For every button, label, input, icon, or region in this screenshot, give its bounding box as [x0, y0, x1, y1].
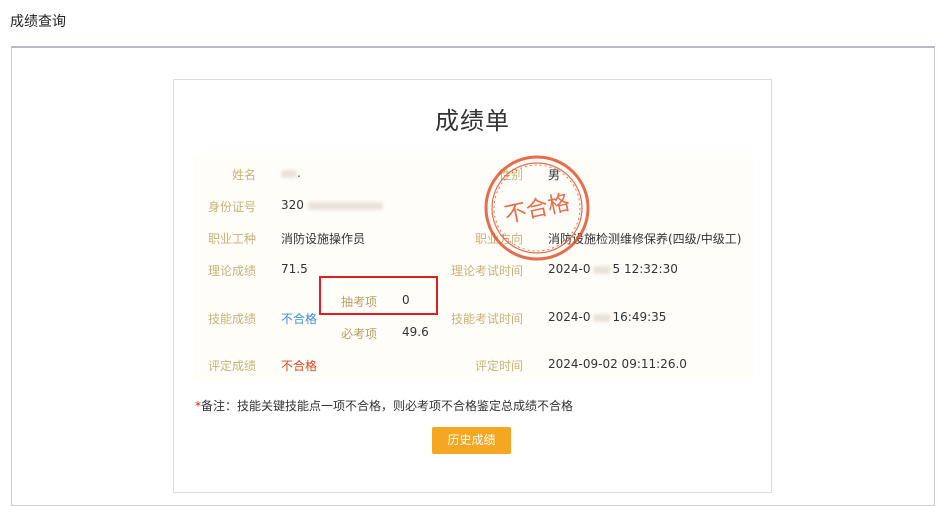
report-title: 成绩单	[435, 107, 510, 135]
fail-stamp: 不合格	[484, 155, 590, 261]
redacted-mask	[307, 201, 383, 210]
redacted-mask	[592, 313, 611, 322]
theory-time-label: 理论考试时间	[450, 264, 523, 278]
required-label: 必考项	[341, 327, 378, 341]
required-value: 49.6	[402, 325, 429, 339]
page-title: 成绩查询	[10, 14, 66, 30]
stamp-text: 不合格	[502, 190, 572, 228]
skill-label: 技能成绩	[207, 312, 256, 326]
eval-value: 不合格	[281, 359, 318, 373]
redacted-mask	[281, 169, 297, 178]
skill-value[interactable]: 不合格	[281, 310, 317, 327]
id-value: 320	[281, 198, 383, 212]
eval-time-value: 2024-09-02 09:11:26.0	[548, 357, 687, 371]
eval-label: 评定成绩	[207, 359, 256, 373]
job-label: 职业工种	[207, 232, 256, 246]
eval-time-label: 评定时间	[474, 359, 523, 373]
highlight-box	[319, 276, 438, 315]
history-results-button[interactable]: 历史成绩	[432, 427, 511, 454]
name-label: 姓名	[231, 168, 256, 182]
id-label: 身份证号	[207, 200, 256, 214]
redacted-mask	[592, 265, 611, 274]
theory-time-value: 2024-0 5 12:32:30	[548, 262, 678, 276]
skill-time-value: 2024-0 16:49:35	[548, 310, 667, 324]
theory-value: 71.5	[281, 262, 308, 276]
skill-time-label: 技能考试时间	[450, 312, 523, 326]
note: *备注：技能关键技能点一项不合格，则必考项不合格鉴定总成绩不合格	[195, 399, 574, 413]
job-value: 消防设施操作员	[281, 232, 366, 246]
name-value: .	[281, 166, 301, 180]
theory-label: 理论成绩	[207, 264, 256, 278]
